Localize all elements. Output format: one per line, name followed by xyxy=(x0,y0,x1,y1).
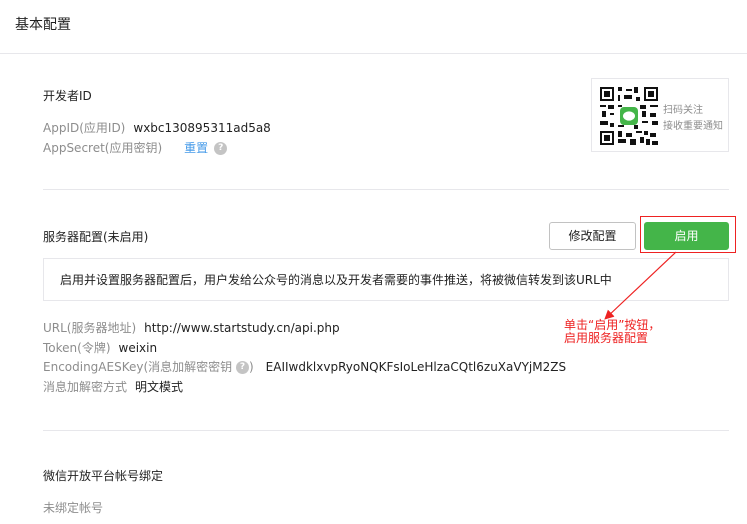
divider xyxy=(43,189,729,190)
url-value: http://www.startstudy.cn/api.php xyxy=(144,321,340,335)
qr-code-panel: 扫码关注 接收重要通知 xyxy=(591,78,729,152)
page-header: 基本配置 xyxy=(0,0,747,54)
unbound-account-row: 未绑定帐号 xyxy=(43,499,103,516)
annotation-highlight-box xyxy=(640,216,736,253)
server-config-title: 服务器配置(未启用) xyxy=(43,230,149,244)
aeskey-label-end: ) xyxy=(248,360,254,374)
aeskey-label: EncodingAESKey(消息加解密密钥 xyxy=(43,360,233,374)
open-platform-title: 微信开放平台帐号绑定 xyxy=(43,469,164,483)
encrypt-mode-row: 消息加解密方式 明文模式 xyxy=(43,378,183,395)
server-config-notice: 启用并设置服务器配置后，用户发给公众号的消息以及开发者需要的事件推送，将被微信转… xyxy=(43,258,729,301)
token-label: Token(令牌) xyxy=(43,341,111,355)
appid-label: AppID(应用ID) xyxy=(43,121,126,135)
encrypt-mode-value: 明文模式 xyxy=(135,380,184,394)
help-icon[interactable]: ? xyxy=(235,361,249,374)
annotation-text: 单击“启用”按钮， 启用服务器配置 xyxy=(564,319,660,345)
help-icon[interactable]: ? xyxy=(214,142,228,155)
modify-config-button[interactable]: 修改配置 xyxy=(549,222,636,250)
url-label: URL(服务器地址) xyxy=(43,321,137,335)
qr-caption-notify: 接收重要通知 xyxy=(663,121,723,132)
page-title: 基本配置 xyxy=(15,17,71,33)
aeskey-value: EAIIwdklxvpRyoNQKFsIoLeHlzaCQtl6zuXaVYjM… xyxy=(265,360,567,374)
encrypt-mode-label: 消息加解密方式 xyxy=(43,380,128,394)
appid-row: AppID(应用ID) wxbc130895311ad5a8 xyxy=(43,119,271,136)
appsecret-row: AppSecret(应用密钥) 重置? xyxy=(43,139,228,156)
developer-id-title: 开发者ID xyxy=(43,89,92,103)
appid-value: wxbc130895311ad5a8 xyxy=(133,121,271,135)
token-row: Token(令牌) weixin xyxy=(43,339,157,356)
qr-caption-follow: 扫码关注 xyxy=(663,105,703,116)
reset-link[interactable]: 重置 xyxy=(184,141,208,155)
unbound-account-label: 未绑定帐号 xyxy=(43,501,104,515)
url-row: URL(服务器地址) http://www.startstudy.cn/api.p… xyxy=(43,319,340,336)
annotation-line-2: 启用服务器配置 xyxy=(564,331,649,345)
qr-code-icon xyxy=(600,87,658,145)
appsecret-label: AppSecret(应用密钥) xyxy=(43,141,163,155)
aeskey-row: EncodingAESKey(消息加解密密钥 ?) EAIIwdklxvpRyoN… xyxy=(43,358,566,375)
token-value: weixin xyxy=(118,341,158,355)
divider xyxy=(43,430,729,431)
